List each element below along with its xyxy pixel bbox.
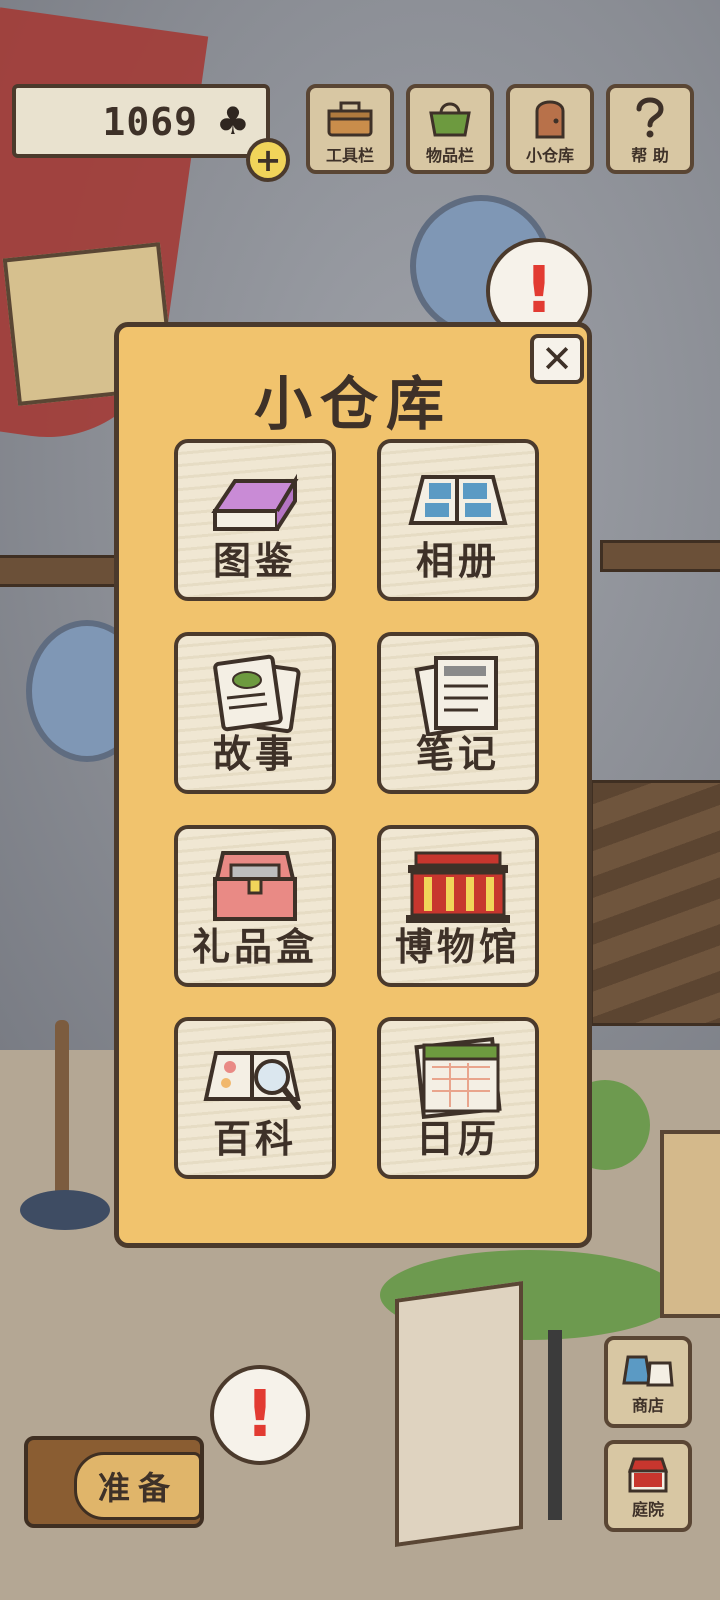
tile-gift-box[interactable]: 礼品盒 — [174, 825, 336, 987]
toolbox-label: 工具栏 — [325, 146, 374, 165]
help-label: 帮 助 — [631, 146, 669, 165]
item-bag-button[interactable]: 物品栏 — [406, 84, 494, 174]
folding-screen — [395, 1281, 523, 1547]
tile-label: 礼品盒 — [191, 925, 318, 969]
clover-counter: 1069 ♣ — [12, 84, 270, 158]
tile-photo-album[interactable]: 相册 — [377, 439, 539, 601]
modal-title: 小仓库 — [253, 370, 452, 438]
storage-button[interactable]: 小仓库 — [506, 84, 594, 174]
tile-label: 故事 — [212, 732, 297, 776]
item-bag-label: 物品栏 — [425, 146, 474, 165]
tile-label: 图鉴 — [212, 539, 297, 583]
question-icon — [624, 94, 676, 140]
tile-encyclopedia-book[interactable]: 图鉴 — [174, 439, 336, 601]
shop-icon — [620, 1346, 676, 1392]
bag-icon — [424, 94, 476, 140]
tile-label: 日历 — [415, 1117, 500, 1161]
exclamation-icon: ! — [245, 1378, 275, 1452]
yard-label: 庭院 — [631, 1500, 664, 1519]
wooden-stairs — [590, 780, 720, 1026]
wooden-door — [660, 1130, 720, 1318]
help-button[interactable]: 帮 助 — [606, 84, 694, 174]
tile-calendar[interactable]: 日历 — [377, 1017, 539, 1179]
candle-stand — [548, 1330, 562, 1520]
tile-label: 笔记 — [415, 732, 500, 776]
add-clover-button[interactable]: + — [246, 138, 290, 182]
storage-label: 小仓库 — [525, 146, 574, 165]
shop-button[interactable]: 商店 — [604, 1336, 692, 1428]
yard-button[interactable]: 庭院 — [604, 1440, 692, 1532]
shop-label: 商店 — [631, 1396, 664, 1415]
exclamation-icon: ! — [524, 254, 554, 328]
tile-label: 博物馆 — [394, 925, 521, 969]
coat-rack-base — [20, 1190, 110, 1230]
clover-icon: ♣ — [215, 99, 250, 143]
alert-bubble[interactable]: ! — [210, 1365, 310, 1465]
yard-icon — [620, 1450, 676, 1496]
close-icon: ✕ — [541, 337, 573, 381]
wooden-shelf — [600, 540, 720, 572]
wooden-shelf — [0, 555, 126, 587]
tile-label: 百科 — [212, 1117, 297, 1161]
clover-count: 1069 — [102, 100, 198, 144]
tile-stories[interactable]: 故事 — [174, 632, 336, 794]
prepare-label: 准备 — [74, 1452, 202, 1520]
tile-wiki[interactable]: 百科 — [174, 1017, 336, 1179]
storage-modal: 小仓库 图鉴 相册 故事 笔记 礼品盒 博物馆 百科 日历 — [114, 322, 592, 1248]
toolbox-button[interactable]: 工具栏 — [306, 84, 394, 174]
tile-notes[interactable]: 笔记 — [377, 632, 539, 794]
close-button[interactable]: ✕ — [530, 334, 584, 384]
door-icon — [524, 94, 576, 140]
toolbox-icon — [324, 94, 376, 140]
prepare-button[interactable]: 准备 — [24, 1436, 204, 1528]
plus-icon: + — [254, 141, 282, 179]
tile-museum[interactable]: 博物馆 — [377, 825, 539, 987]
tile-label: 相册 — [415, 539, 500, 583]
